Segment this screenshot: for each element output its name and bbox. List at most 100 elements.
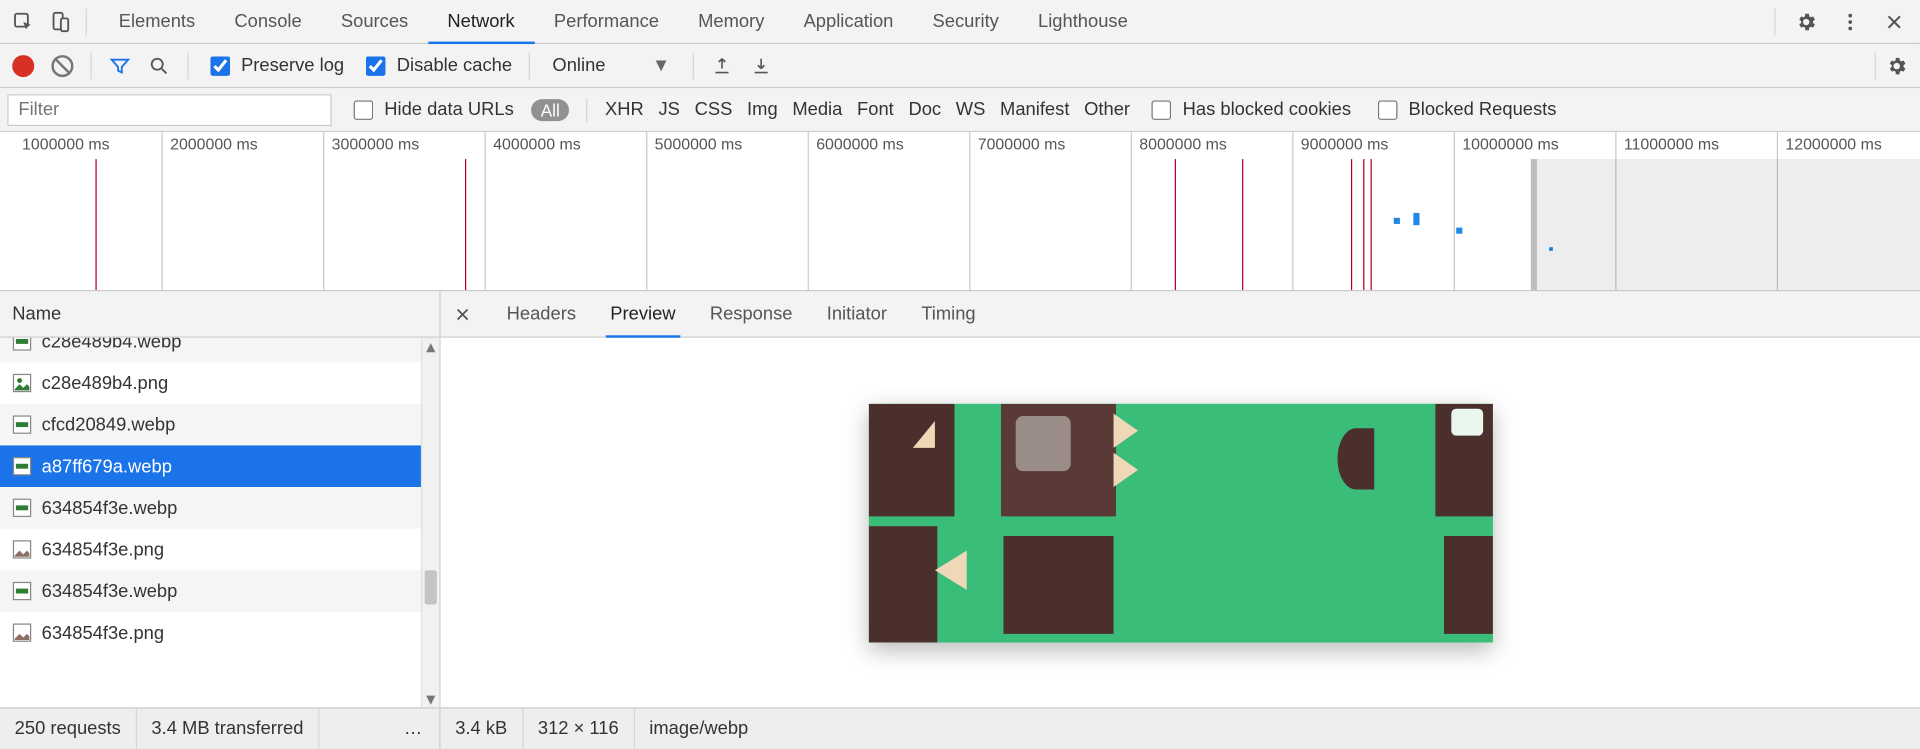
has-blocked-cookies-label: Has blocked cookies bbox=[1183, 99, 1351, 120]
filter-toggle-icon[interactable] bbox=[104, 50, 136, 82]
detail-tab-preview[interactable]: Preview bbox=[605, 291, 680, 336]
tab-elements[interactable]: Elements bbox=[99, 0, 215, 43]
image-file-icon bbox=[12, 581, 32, 601]
request-row[interactable]: a87ff679a.webp bbox=[0, 445, 421, 487]
filter-type-css[interactable]: CSS bbox=[695, 99, 733, 120]
request-row[interactable]: cfcd20849.webp bbox=[0, 404, 421, 446]
throttling-select[interactable]: Online ▼ bbox=[543, 55, 680, 76]
detail-tab-response[interactable]: Response bbox=[705, 291, 797, 336]
timeline-dot bbox=[1413, 213, 1419, 225]
timeline-request-mark bbox=[465, 159, 466, 290]
more-icon[interactable] bbox=[1834, 6, 1866, 38]
request-row[interactable]: 634854f3e.png bbox=[0, 529, 421, 571]
network-settings-icon[interactable] bbox=[1881, 50, 1913, 82]
preview-area bbox=[441, 338, 1920, 708]
blocked-requests-input[interactable] bbox=[1378, 100, 1398, 120]
request-list-header[interactable]: Name bbox=[0, 291, 439, 338]
filter-type-img[interactable]: Img bbox=[747, 99, 778, 120]
request-detail-pane: Headers Preview Response Initiator Timin… bbox=[441, 291, 1920, 707]
timeline-dot bbox=[1456, 228, 1462, 234]
filter-type-other[interactable]: Other bbox=[1084, 99, 1130, 120]
tab-sources[interactable]: Sources bbox=[321, 0, 428, 43]
filter-type-ws[interactable]: WS bbox=[956, 99, 986, 120]
request-row[interactable]: 634854f3e.webp bbox=[0, 487, 421, 529]
device-toolbar-icon[interactable] bbox=[44, 6, 76, 38]
status-bar-left: 250 requests 3.4 MB transferred … bbox=[0, 709, 441, 749]
timeline-body bbox=[0, 159, 1920, 290]
timeline-ticks: 1000000 ms 2000000 ms 3000000 ms 4000000… bbox=[0, 132, 1920, 159]
export-har-icon[interactable] bbox=[745, 50, 777, 82]
disable-cache-input[interactable] bbox=[366, 56, 386, 76]
scroll-down-icon[interactable]: ▾ bbox=[422, 690, 439, 707]
search-icon[interactable] bbox=[143, 50, 175, 82]
close-detail-icon[interactable] bbox=[448, 299, 477, 328]
timeline-request-mark bbox=[1363, 159, 1364, 290]
filter-type-doc[interactable]: Doc bbox=[908, 99, 941, 120]
has-blocked-cookies-input[interactable] bbox=[1152, 100, 1172, 120]
request-list-rows: c28e489b4.webp c28e489b4.png cfcd20849.w… bbox=[0, 338, 439, 708]
request-row[interactable]: c28e489b4.webp bbox=[0, 338, 421, 362]
hide-data-urls-checkbox[interactable]: Hide data URLs bbox=[344, 96, 519, 123]
timeline-request-mark bbox=[1175, 159, 1176, 290]
status-mime: image/webp bbox=[635, 709, 763, 749]
separator bbox=[1774, 8, 1775, 35]
timeline-request-mark bbox=[1242, 159, 1243, 290]
request-row[interactable]: 634854f3e.png bbox=[0, 612, 421, 654]
detail-tab-timing[interactable]: Timing bbox=[916, 291, 980, 336]
request-row[interactable]: c28e489b4.png bbox=[0, 362, 421, 404]
record-button[interactable] bbox=[7, 50, 39, 82]
tab-application[interactable]: Application bbox=[784, 0, 913, 43]
detail-tab-initiator[interactable]: Initiator bbox=[822, 291, 892, 336]
filter-type-all[interactable]: All bbox=[531, 99, 570, 121]
tab-lighthouse[interactable]: Lighthouse bbox=[1018, 0, 1147, 43]
clear-icon bbox=[51, 54, 73, 76]
filter-input[interactable] bbox=[7, 94, 331, 126]
tab-network[interactable]: Network bbox=[428, 0, 534, 43]
status-size: 3.4 kB bbox=[441, 709, 524, 749]
preserve-log-checkbox[interactable]: Preserve log bbox=[201, 52, 349, 79]
tab-performance[interactable]: Performance bbox=[534, 0, 678, 43]
hide-data-urls-label: Hide data URLs bbox=[384, 99, 514, 120]
separator bbox=[587, 97, 588, 121]
tab-security[interactable]: Security bbox=[913, 0, 1018, 43]
filter-type-js[interactable]: JS bbox=[659, 99, 680, 120]
disable-cache-checkbox[interactable]: Disable cache bbox=[356, 52, 517, 79]
throttling-label: Online bbox=[552, 55, 605, 76]
filter-type-media[interactable]: Media bbox=[792, 99, 842, 120]
column-header-name: Name bbox=[12, 303, 61, 324]
request-row[interactable]: 634854f3e.webp bbox=[0, 570, 421, 612]
tabbar-right-icons bbox=[1772, 6, 1920, 38]
separator bbox=[91, 52, 92, 79]
clear-button[interactable] bbox=[47, 50, 79, 82]
status-bar: 250 requests 3.4 MB transferred … 3.4 kB… bbox=[0, 707, 1920, 749]
image-file-icon bbox=[12, 456, 32, 476]
status-more-icon[interactable]: … bbox=[319, 709, 439, 749]
tab-memory[interactable]: Memory bbox=[679, 0, 784, 43]
image-file-icon bbox=[12, 373, 32, 393]
settings-icon[interactable] bbox=[1790, 6, 1822, 38]
separator bbox=[187, 52, 188, 79]
scrollbar-thumb[interactable] bbox=[425, 570, 437, 604]
disable-cache-label: Disable cache bbox=[397, 55, 512, 76]
filter-type-xhr[interactable]: XHR bbox=[605, 99, 644, 120]
preserve-log-input[interactable] bbox=[210, 56, 230, 76]
timeline-shade bbox=[1535, 159, 1920, 290]
has-blocked-cookies-checkbox[interactable]: Has blocked cookies bbox=[1142, 96, 1356, 123]
filter-type-manifest[interactable]: Manifest bbox=[1000, 99, 1069, 120]
close-devtools-icon[interactable] bbox=[1878, 6, 1910, 38]
tab-console[interactable]: Console bbox=[215, 0, 322, 43]
blocked-requests-checkbox[interactable]: Blocked Requests bbox=[1368, 96, 1561, 123]
image-file-icon bbox=[12, 338, 32, 351]
hide-data-urls-input[interactable] bbox=[354, 100, 374, 120]
timeline-handle[interactable] bbox=[1531, 159, 1537, 290]
status-dimensions: 312 × 116 bbox=[523, 709, 634, 749]
request-list-scrollbar[interactable]: ▴ ▾ bbox=[421, 338, 439, 708]
import-har-icon[interactable] bbox=[706, 50, 738, 82]
detail-tab-headers[interactable]: Headers bbox=[502, 291, 581, 336]
filter-type-font[interactable]: Font bbox=[857, 99, 894, 120]
network-timeline-overview[interactable]: 1000000 ms 2000000 ms 3000000 ms 4000000… bbox=[0, 132, 1920, 291]
scroll-up-icon[interactable]: ▴ bbox=[422, 338, 439, 355]
image-preview bbox=[868, 403, 1492, 642]
request-name: c28e489b4.webp bbox=[42, 338, 182, 352]
inspect-element-icon[interactable] bbox=[7, 6, 39, 38]
